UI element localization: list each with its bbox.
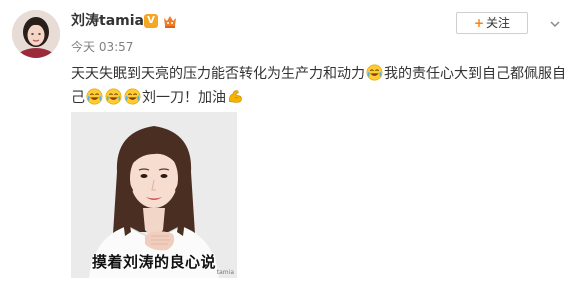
- laugh-cry-emoji: [86, 88, 103, 105]
- image-watermark: tamia: [216, 269, 234, 276]
- laugh-cry-emoji: [124, 88, 141, 105]
- follow-button-label: 关注: [486, 16, 511, 30]
- avatar[interactable]: [12, 10, 60, 58]
- post-text: 天天失眠到天亮的压力能否转化为生产力和动力 我的责任心大到自己都佩服自己 刘一刀！加…: [71, 62, 576, 110]
- username[interactable]: 刘涛tamia: [71, 12, 144, 30]
- laugh-cry-emoji: [366, 64, 383, 81]
- post-timestamp[interactable]: 今天 03:57: [71, 40, 133, 54]
- image-caption: 摸着刘涛的良心说: [91, 253, 216, 271]
- verified-badge-icon[interactable]: V: [144, 14, 158, 28]
- post-image[interactable]: 摸着刘涛的良心说 tamia: [71, 112, 237, 278]
- follow-button[interactable]: + 关注: [456, 12, 528, 34]
- laugh-cry-emoji: [105, 88, 122, 105]
- muscle-emoji: [227, 88, 244, 105]
- post-text-segment: 刘一刀！加油: [142, 90, 226, 106]
- plus-icon: +: [473, 16, 485, 30]
- weibo-post-card: 刘涛tamia V 今天 03:57 + 关注 天天失眠到天亮的压力能否转化为生产…: [0, 0, 584, 282]
- member-icon[interactable]: [162, 13, 178, 29]
- post-text-segment: 天天失眠到天亮的压力能否转化为生产力和动力: [71, 66, 365, 82]
- chevron-down-icon[interactable]: [548, 16, 562, 30]
